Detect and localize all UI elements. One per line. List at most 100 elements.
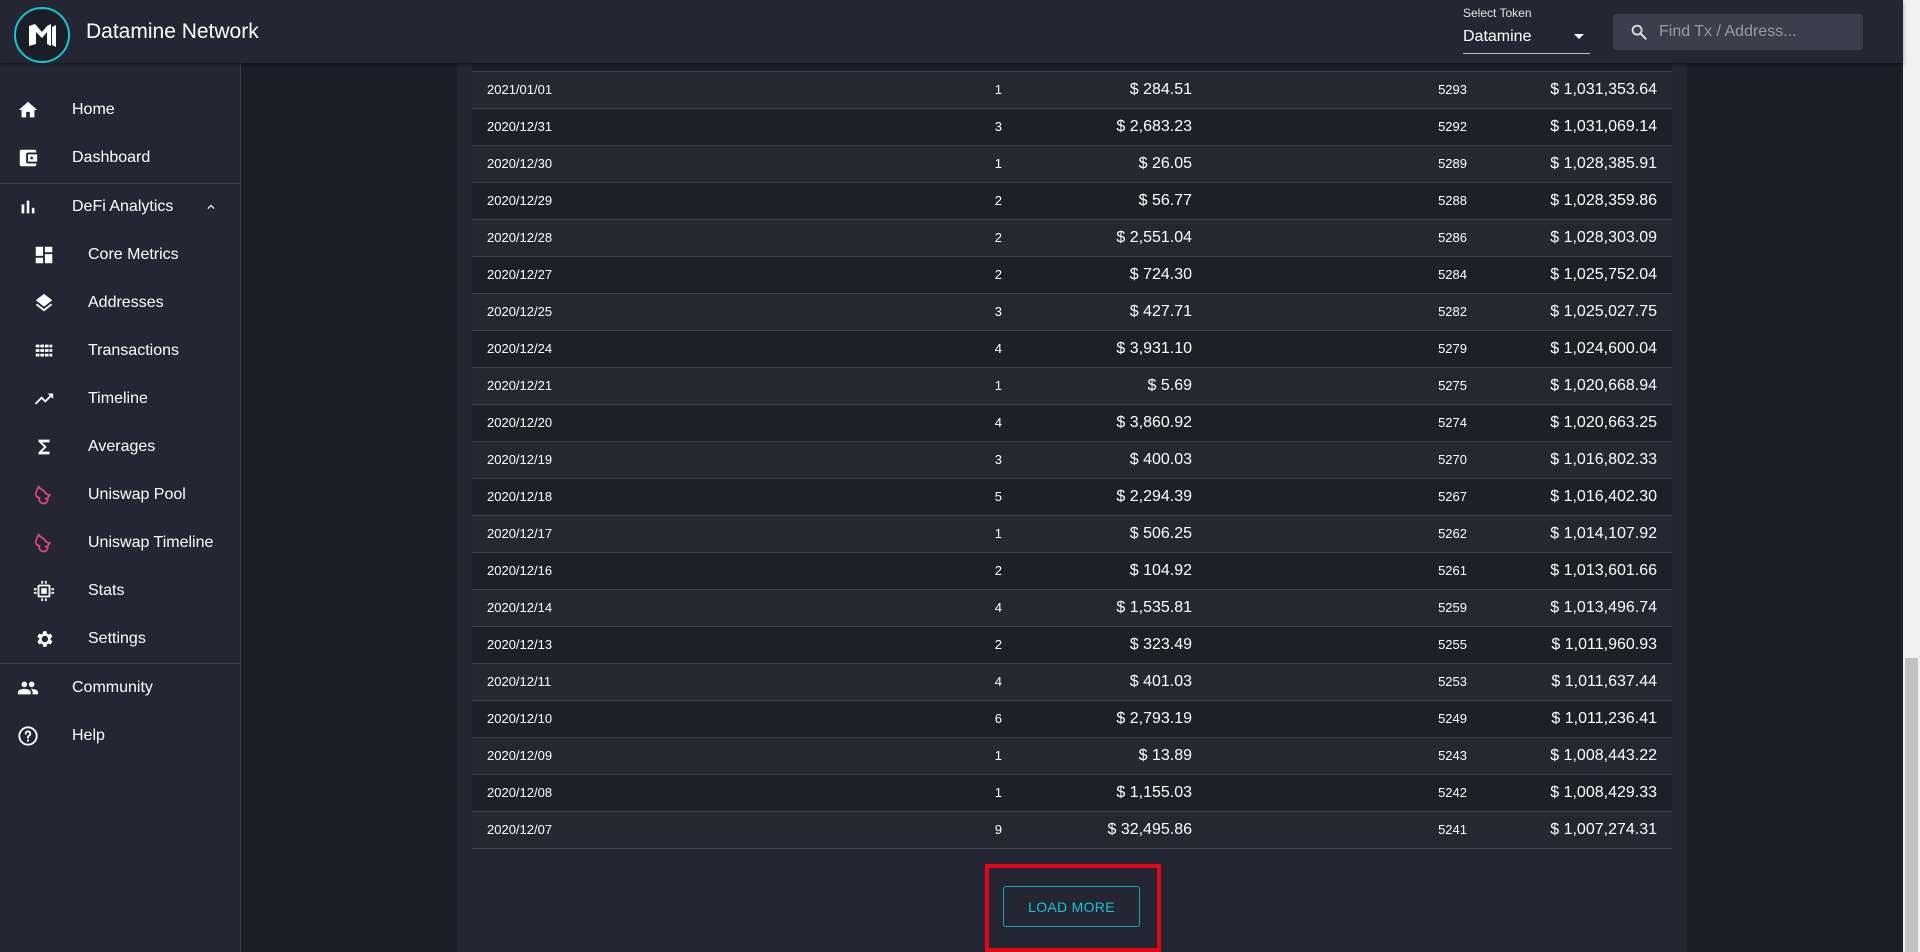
row-count: 4 — [994, 674, 1002, 689]
sidebar-item-core-metrics[interactable]: Core Metrics — [0, 231, 240, 279]
wallet-icon — [16, 146, 40, 170]
row-amount: $ 56.77 — [1138, 192, 1192, 209]
row-count: 2 — [994, 637, 1002, 652]
sidebar-item-dashboard[interactable]: Dashboard — [0, 134, 240, 182]
table-row: 2020/12/08 1 $ 1,155.03 5242 $ 1,008,429.33 — [472, 775, 1672, 812]
chevron-up-icon[interactable] — [204, 200, 218, 214]
row-amount: $ 13.89 — [1138, 747, 1192, 764]
row-index: 5282 — [1438, 304, 1467, 319]
row-date: 2020/12/28 — [487, 230, 553, 245]
table-row: 2020/12/31 3 $ 2,683.23 5292 $ 1,031,069.14 — [472, 109, 1672, 146]
sidebar-item-transactions[interactable]: Transactions — [0, 327, 240, 375]
row-count: 6 — [994, 711, 1002, 726]
row-count: 9 — [994, 822, 1002, 837]
table-row: 2020/12/27 2 $ 724.30 5284 $ 1,025,752.04 — [472, 257, 1672, 294]
row-amount: $ 400.03 — [1129, 451, 1192, 468]
page-scrollbar-thumb[interactable] — [1905, 658, 1918, 952]
grid-icon — [32, 339, 56, 363]
row-count: 1 — [994, 748, 1002, 763]
sidebar-item-label: Settings — [88, 630, 146, 647]
row-index: 5289 — [1438, 156, 1467, 171]
table-row: 2020/12/17 1 $ 506.25 5262 $ 1,014,107.92 — [472, 516, 1672, 553]
sidebar-item-help[interactable]: Help — [0, 712, 240, 760]
load-more-button[interactable]: LOAD MORE — [1003, 886, 1140, 927]
row-amount: $ 104.92 — [1129, 562, 1192, 579]
row-count: 1 — [994, 785, 1002, 800]
sidebar-item-defi-analytics[interactable]: DeFi Analytics — [0, 183, 240, 231]
row-total: $ 1,031,353.64 — [1550, 81, 1657, 98]
sidebar-item-settings[interactable]: Settings — [0, 615, 240, 663]
table-row: 2020/12/18 5 $ 2,294.39 5267 $ 1,016,402.30 — [472, 479, 1672, 516]
row-index: 5293 — [1438, 82, 1467, 97]
row-date: 2020/12/16 — [487, 563, 553, 578]
row-date: 2020/12/20 — [487, 415, 553, 430]
row-date: 2020/12/18 — [487, 489, 553, 504]
table-row: 2020/12/30 1 $ 26.05 5289 $ 1,028,385.91 — [472, 146, 1672, 183]
row-amount: $ 427.71 — [1129, 303, 1192, 320]
row-index: 5286 — [1438, 230, 1467, 245]
row-date: 2020/12/24 — [487, 341, 553, 356]
datamine-logo[interactable] — [14, 7, 70, 63]
layers-icon — [32, 291, 56, 315]
row-index: 5270 — [1438, 452, 1467, 467]
sidebar-item-label: Help — [72, 727, 105, 744]
row-index: 5267 — [1438, 489, 1467, 504]
row-count: 3 — [994, 452, 1002, 467]
row-count: 2 — [994, 193, 1002, 208]
sidebar-item-community[interactable]: Community — [0, 664, 240, 712]
row-amount: $ 401.03 — [1129, 673, 1192, 690]
sidebar-item-label: Core Metrics — [88, 246, 179, 263]
token-select-underline — [1463, 53, 1590, 54]
table-row: 2020/12/20 4 $ 3,860.92 5274 $ 1,020,663.25 — [472, 405, 1672, 442]
row-total: $ 1,011,236.41 — [1551, 710, 1657, 727]
row-date: 2020/12/08 — [487, 785, 553, 800]
token-select-label: Select Token — [1463, 6, 1532, 20]
row-amount: $ 724.30 — [1129, 266, 1192, 283]
table-row: 2020/12/25 3 $ 427.71 5282 $ 1,025,027.75 — [472, 294, 1672, 331]
sidebar-item-home[interactable]: Home — [0, 86, 240, 134]
sidebar-item-uniswap-timeline[interactable]: Uniswap Timeline — [0, 519, 240, 567]
chip-icon — [32, 579, 56, 603]
row-date: 2020/12/09 — [487, 748, 553, 763]
sidebar-item-timeline[interactable]: Timeline — [0, 375, 240, 423]
row-index: 5255 — [1438, 637, 1467, 652]
sidebar-item-uniswap-pool[interactable]: Uniswap Pool — [0, 471, 240, 519]
row-total: $ 1,008,443.22 — [1550, 747, 1657, 764]
row-total: $ 1,020,663.25 — [1550, 414, 1657, 431]
row-total: $ 1,028,385.91 — [1550, 155, 1657, 172]
row-date: 2020/12/14 — [487, 600, 553, 615]
row-total: $ 1,007,274.31 — [1550, 821, 1657, 838]
row-amount: $ 32,495.86 — [1107, 821, 1192, 838]
row-amount: $ 3,931.10 — [1116, 340, 1192, 357]
row-index: 5253 — [1438, 674, 1467, 689]
row-count: 2 — [994, 230, 1002, 245]
token-select[interactable]: Select Token Datamine — [1463, 6, 1590, 54]
row-count: 1 — [994, 82, 1002, 97]
row-total: $ 1,020,668.94 — [1550, 377, 1657, 394]
sidebar-item-addresses[interactable]: Addresses — [0, 279, 240, 327]
search-box[interactable] — [1613, 14, 1863, 50]
sidebar: Home Dashboard DeFi Analytics Core Metri… — [0, 63, 241, 952]
people-icon — [16, 676, 40, 700]
row-date: 2020/12/31 — [487, 119, 553, 134]
row-amount: $ 2,793.19 — [1116, 710, 1192, 727]
gear-icon — [32, 627, 56, 651]
table-row: 2020/12/24 4 $ 3,931.10 5279 $ 1,024,600.04 — [472, 331, 1672, 368]
row-total: $ 1,016,402.30 — [1550, 488, 1657, 505]
sidebar-item-stats[interactable]: Stats — [0, 567, 240, 615]
row-index: 5262 — [1438, 526, 1467, 541]
row-count: 2 — [994, 563, 1002, 578]
app-title: Datamine Network — [86, 20, 259, 43]
row-count: 4 — [994, 600, 1002, 615]
search-input[interactable] — [1659, 14, 1855, 50]
token-select-value[interactable]: Datamine — [1463, 28, 1531, 46]
row-total: $ 1,028,303.09 — [1550, 229, 1657, 246]
dashboard-grid-icon — [32, 243, 56, 267]
row-amount: $ 3,860.92 — [1116, 414, 1192, 431]
row-count: 4 — [994, 341, 1002, 356]
row-amount: $ 323.49 — [1129, 636, 1192, 653]
sidebar-item-averages[interactable]: Averages — [0, 423, 240, 471]
row-total: $ 1,011,637.44 — [1551, 673, 1657, 690]
caret-down-icon[interactable] — [1574, 34, 1584, 39]
row-index: 5249 — [1438, 711, 1467, 726]
